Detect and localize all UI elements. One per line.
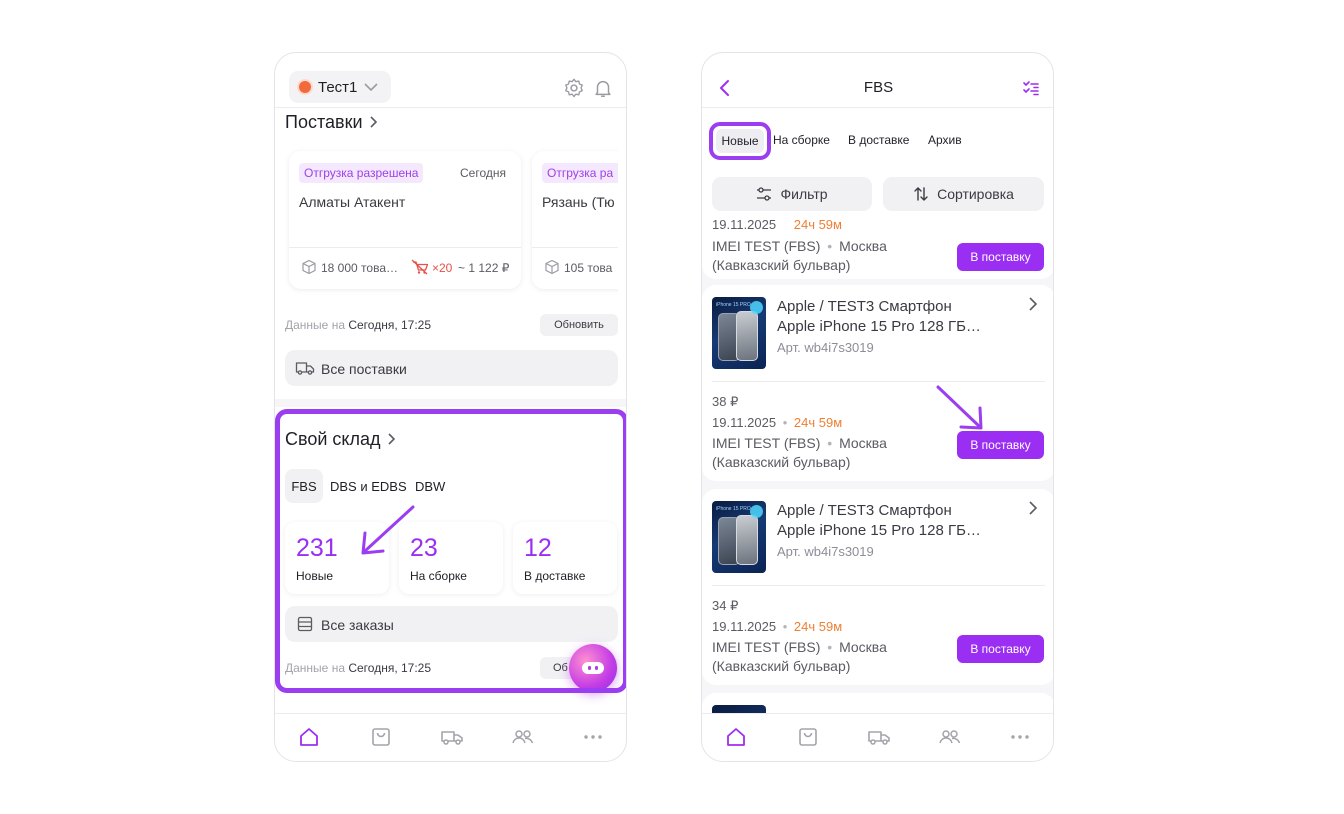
orders-list: 19.11.2025 24ч 59м IMEI TEST (FBS) • Мос… bbox=[702, 217, 1053, 715]
penalty-coefficient: ×20 bbox=[432, 261, 453, 275]
bell-icon[interactable] bbox=[592, 77, 614, 99]
penalty-icon bbox=[411, 259, 429, 275]
sort-icon bbox=[914, 187, 928, 201]
order-address: (Кавказский бульвар) bbox=[712, 454, 851, 470]
bag-icon[interactable] bbox=[370, 726, 392, 748]
product-title-line2: Apple iPhone 15 Pro 128 ГБ… bbox=[777, 522, 981, 539]
shipment-card[interactable]: Отгрузка разрешена Сегодня Алматы Атакен… bbox=[289, 151, 521, 289]
shipment-warehouse: Алматы Атакент bbox=[299, 194, 406, 210]
shipment-items: 18 000 това… bbox=[321, 261, 398, 275]
box-icon bbox=[301, 259, 317, 275]
product-image: iPhone 15 PRO bbox=[712, 297, 766, 369]
shipment-warehouse: Рязань (Тю bbox=[542, 194, 615, 210]
tab-assembly[interactable]: На сборке bbox=[773, 133, 830, 147]
bag-icon[interactable] bbox=[797, 726, 819, 748]
chevron-right-icon[interactable] bbox=[1027, 499, 1039, 517]
bottom-nav bbox=[702, 713, 1053, 761]
to-shipment-button[interactable]: В поставку bbox=[957, 635, 1044, 663]
chevron-down-icon bbox=[363, 80, 379, 94]
users-icon[interactable] bbox=[938, 726, 961, 748]
shipments-title: Поставки bbox=[285, 111, 363, 132]
filter-button[interactable]: Фильтр bbox=[712, 177, 872, 211]
shipment-date: Сегодня bbox=[460, 166, 506, 180]
shipment-card[interactable]: Отгрузка ра Рязань (Тю 105 това bbox=[532, 151, 626, 289]
carousel-edge bbox=[618, 143, 626, 293]
more-icon[interactable] bbox=[582, 726, 604, 748]
order-timer: 24ч 59м bbox=[793, 619, 843, 634]
home-icon[interactable] bbox=[298, 726, 320, 748]
product-title: Apple / TEST3 Смартфон bbox=[777, 502, 952, 519]
page-title: FBS bbox=[863, 79, 894, 96]
order-timer: 24ч 59м bbox=[793, 217, 842, 232]
product-title: Apple / TEST3 Смартфон bbox=[777, 298, 952, 315]
order-card[interactable]: iPhone 15 PRO Apple / TEST3 Смартфон App… bbox=[702, 285, 1053, 481]
order-date: 19.11.2025 bbox=[712, 217, 777, 232]
sliders-icon bbox=[757, 187, 772, 201]
order-card[interactable]: 19.11.2025 24ч 59м IMEI TEST (FBS) • Мос… bbox=[702, 217, 1053, 279]
tab-new[interactable]: Новые bbox=[709, 122, 771, 160]
card-divider bbox=[532, 247, 626, 248]
order-price: 34 ₽ bbox=[712, 598, 739, 613]
status-badge: Отгрузка ра bbox=[542, 163, 626, 183]
order-card[interactable] bbox=[702, 693, 1053, 715]
truck-icon[interactable] bbox=[440, 726, 463, 748]
shipment-price: ~ 1 122 ₽ bbox=[458, 261, 510, 275]
tab-delivery[interactable]: В доставке bbox=[848, 133, 909, 147]
annotation-arrow bbox=[361, 505, 415, 555]
status-badge: Отгрузка разрешена bbox=[299, 163, 424, 183]
order-timer: 24ч 59м bbox=[793, 415, 843, 430]
bottom-nav bbox=[275, 713, 626, 761]
to-shipment-button[interactable]: В поставку bbox=[957, 243, 1044, 271]
account-status-dot bbox=[299, 81, 311, 93]
card-divider bbox=[712, 381, 1045, 382]
product-title-line2: Apple iPhone 15 Pro 128 ГБ… bbox=[777, 318, 981, 335]
chevron-right-icon bbox=[369, 116, 377, 128]
home-icon[interactable] bbox=[725, 726, 747, 748]
truck-icon bbox=[295, 360, 315, 376]
order-date: 19.11.2025 bbox=[712, 619, 777, 634]
order-card[interactable]: iPhone 15 PRO Apple / TEST3 Смартфон App… bbox=[702, 489, 1053, 685]
order-address: (Кавказский бульвар) bbox=[712, 658, 851, 674]
order-product: IMEI TEST (FBS) • Москва bbox=[712, 238, 887, 254]
updated-label: Данные на Сегодня, 17:25 bbox=[285, 318, 432, 332]
users-icon[interactable] bbox=[511, 726, 534, 748]
sort-button[interactable]: Сортировка bbox=[883, 177, 1044, 211]
phone-home-screen: Тест1 Поставки Отгрузка разрешена Сегодн… bbox=[274, 52, 627, 762]
annotation-arrow bbox=[936, 385, 983, 430]
order-date: 19.11.2025 bbox=[712, 415, 777, 430]
chevron-right-icon[interactable] bbox=[1027, 295, 1039, 313]
card-divider bbox=[289, 247, 521, 248]
shipments-title-link[interactable]: Поставки bbox=[285, 109, 379, 135]
order-address: (Кавказский бульвар) bbox=[712, 257, 851, 273]
gear-icon[interactable] bbox=[563, 77, 585, 99]
highlight-frame bbox=[275, 409, 626, 693]
truck-icon[interactable] bbox=[867, 726, 890, 748]
more-icon[interactable] bbox=[1009, 726, 1031, 748]
account-switcher[interactable]: Тест1 bbox=[289, 71, 391, 103]
select-list-icon[interactable] bbox=[1022, 79, 1040, 97]
shipment-items: 105 това bbox=[564, 261, 613, 275]
all-shipments-label: Все поставки bbox=[321, 361, 407, 377]
order-product: IMEI TEST (FBS) • Москва bbox=[712, 435, 887, 451]
card-divider bbox=[712, 585, 1045, 586]
order-price: 38 ₽ bbox=[712, 394, 739, 409]
phone-fbs-screen: FBS Новые На сборке В доставке Архив Фил… bbox=[701, 52, 1054, 762]
all-shipments-button[interactable]: Все поставки bbox=[285, 350, 618, 386]
tab-archive[interactable]: Архив bbox=[928, 133, 962, 147]
product-article: Арт. wb4i7s3019 bbox=[777, 544, 874, 559]
account-name: Тест1 bbox=[318, 79, 358, 96]
header-divider bbox=[702, 107, 1053, 108]
product-image: iPhone 15 PRO bbox=[712, 501, 766, 573]
section-separator bbox=[275, 399, 626, 407]
refresh-button[interactable]: Обновить bbox=[540, 314, 618, 336]
header-divider bbox=[275, 107, 626, 108]
box-icon bbox=[544, 259, 560, 275]
to-shipment-button[interactable]: В поставку bbox=[957, 431, 1044, 459]
product-article: Арт. wb4i7s3019 bbox=[777, 340, 874, 355]
order-product: IMEI TEST (FBS) • Москва bbox=[712, 639, 887, 655]
